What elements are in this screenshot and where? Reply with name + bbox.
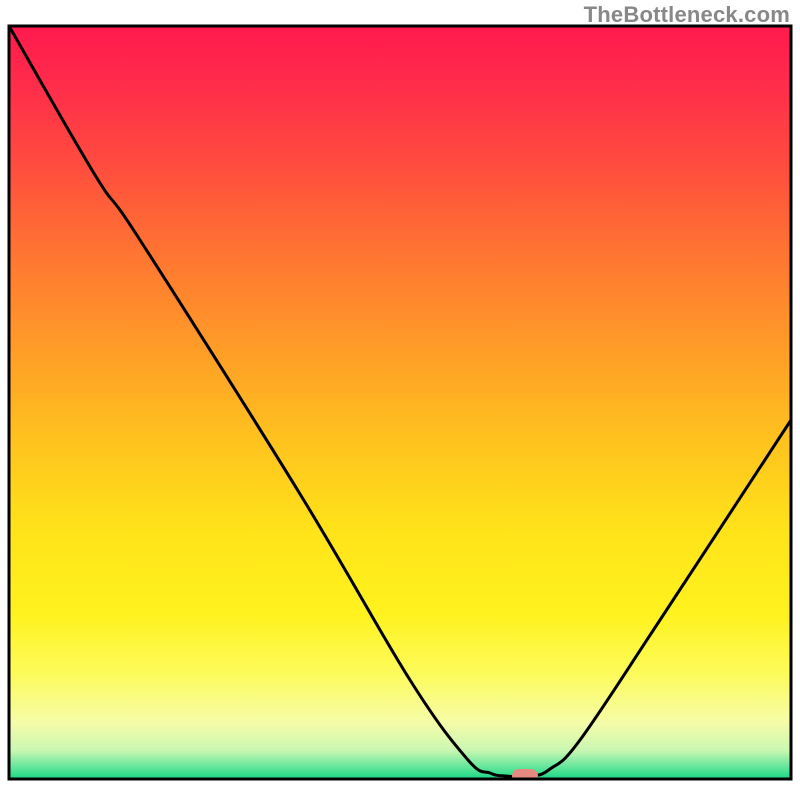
- watermark-text: TheBottleneck.com: [584, 2, 790, 28]
- optimal-marker: [512, 769, 538, 783]
- bottleneck-chart: [0, 0, 800, 800]
- chart-stage: TheBottleneck.com: [0, 0, 800, 800]
